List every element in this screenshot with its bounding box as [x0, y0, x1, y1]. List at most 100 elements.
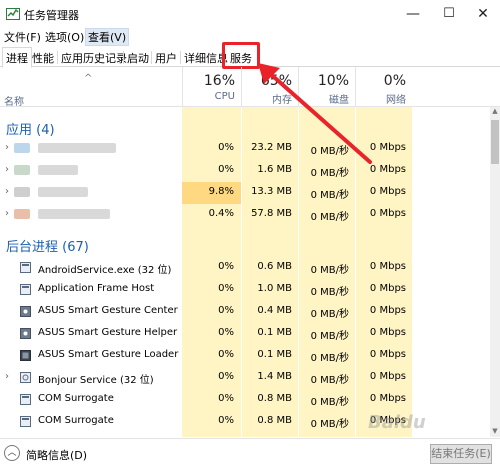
- tab-performance[interactable]: 性能: [29, 48, 57, 67]
- cpu-cell: 0%: [218, 283, 234, 294]
- disk-cell: 0 MB/秒: [310, 309, 349, 320]
- table-row[interactable]: › 9.8% 13.3 MB 0 MB/秒 0 Mbps: [0, 182, 490, 204]
- column-name-header[interactable]: 名称: [4, 93, 24, 108]
- table-row[interactable]: › Bonjour Service (32 位) 0% 1.4 MB 0 MB/…: [0, 367, 490, 389]
- cpu-cell: 0%: [218, 371, 234, 382]
- table-row[interactable]: › 0.4% 57.8 MB 0 MB/秒 0 Mbps: [0, 204, 490, 226]
- disk-cell: 0 MB/秒: [310, 265, 349, 276]
- app-name-blurred: [38, 143, 116, 153]
- expand-icon[interactable]: ›: [5, 371, 9, 382]
- process-icon: [20, 284, 31, 295]
- annotation-arrow: [258, 63, 372, 164]
- cpu-cell: 0%: [218, 327, 234, 338]
- scrollbar-thumb[interactable]: [491, 120, 499, 164]
- network-cell: 0 Mbps: [369, 393, 406, 404]
- process-name: AndroidService.exe (32 位): [38, 265, 172, 276]
- memory-cell: 1.4 MB: [257, 371, 292, 382]
- network-cell: 0 Mbps: [369, 186, 406, 197]
- watermark: Baidu: [368, 412, 426, 433]
- process-name: ASUS Smart Gesture Center: [38, 305, 178, 316]
- cpu-total: 16%: [203, 73, 235, 89]
- column-cpu-header[interactable]: 16% CPU: [182, 67, 241, 107]
- process-name: ASUS Smart Gesture Helper: [38, 327, 178, 338]
- minimize-button[interactable]: —: [398, 3, 428, 25]
- process-name: COM Surrogate: [38, 393, 114, 404]
- memory-cell: 0.1 MB: [257, 349, 292, 360]
- footer-bar: ︿ 简略信息(D) 结束任务(E): [0, 438, 500, 468]
- process-name: Bonjour Service (32 位): [38, 375, 154, 386]
- scroll-up-icon[interactable]: ▲: [490, 107, 500, 117]
- tab-startup[interactable]: 启动: [124, 48, 152, 67]
- window-title: 任务管理器: [24, 9, 79, 22]
- cpu-cell: 0%: [218, 142, 234, 153]
- memory-cell: 57.8 MB: [251, 208, 292, 219]
- cpu-label: CPU: [214, 91, 235, 102]
- disk-cell: 0 MB/秒: [310, 331, 349, 342]
- group-header-apps[interactable]: 应用 (4): [0, 116, 490, 138]
- title-bar: 任务管理器 — ☐ ✕: [0, 0, 500, 28]
- cpu-cell: 0%: [218, 415, 234, 426]
- fewer-details-link[interactable]: 简略信息(D): [26, 447, 87, 463]
- close-button[interactable]: ✕: [468, 3, 498, 25]
- memory-cell: 0.1 MB: [257, 327, 292, 338]
- maximize-button[interactable]: ☐: [434, 3, 464, 25]
- table-row[interactable]: › 0% 1.6 MB 0 MB/秒 0 Mbps: [0, 160, 490, 182]
- app-icon-blurred: [14, 187, 30, 197]
- disk-cell: 0 MB/秒: [310, 397, 349, 408]
- tab-users[interactable]: 用户: [152, 48, 180, 67]
- cpu-cell: 0%: [218, 349, 234, 360]
- disk-cell: 0 MB/秒: [310, 212, 349, 223]
- cpu-cell: 0%: [218, 164, 234, 175]
- process-name: COM Surrogate: [38, 415, 114, 426]
- app-icon-blurred: [14, 143, 30, 153]
- network-cell: 0 Mbps: [369, 371, 406, 382]
- group-background-label: 后台进程 (67): [6, 240, 89, 255]
- chevron-up-icon[interactable]: ︿: [4, 445, 20, 461]
- table-row[interactable]: › 0% 23.2 MB 0 MB/秒 0 Mbps: [0, 138, 490, 160]
- tab-app-history[interactable]: 应用历史记录: [58, 48, 130, 67]
- cpu-cell: 0.4%: [208, 208, 234, 219]
- table-row[interactable]: AndroidService.exe (32 位) 0% 0.6 MB 0 MB…: [0, 257, 490, 279]
- app-icon-blurred: [14, 209, 30, 219]
- menu-view[interactable]: 查看(V): [84, 28, 130, 46]
- memory-cell: 0.8 MB: [257, 415, 292, 426]
- end-task-button[interactable]: 结束任务(E): [430, 444, 492, 464]
- disk-cell: 0 MB/秒: [310, 353, 349, 364]
- tab-processes[interactable]: 进程: [2, 47, 32, 68]
- expand-icon[interactable]: ›: [5, 142, 9, 153]
- expand-icon[interactable]: ›: [5, 164, 9, 175]
- memory-cell: 0.4 MB: [257, 305, 292, 316]
- service-icon: [20, 372, 31, 383]
- process-name: ASUS Smart Gesture Loader: [38, 349, 179, 360]
- expand-icon[interactable]: ›: [5, 186, 9, 197]
- process-icon: [20, 262, 31, 273]
- memory-cell: 0.6 MB: [257, 261, 292, 272]
- network-cell: 0 Mbps: [369, 349, 406, 360]
- network-cell: 0 Mbps: [369, 305, 406, 316]
- network-cell: 0 Mbps: [369, 327, 406, 338]
- memory-cell: 0.8 MB: [257, 393, 292, 404]
- network-cell: 0 Mbps: [369, 283, 406, 294]
- network-cell: 0 Mbps: [369, 208, 406, 219]
- process-icon: [20, 394, 31, 405]
- disk-cell: 0 MB/秒: [310, 190, 349, 201]
- network-cell: 0 Mbps: [369, 261, 406, 272]
- menu-options[interactable]: 选项(O): [43, 29, 86, 45]
- table-row[interactable]: ASUS Smart Gesture Helper 0% 0.1 MB 0 MB…: [0, 323, 490, 345]
- menu-file[interactable]: 文件(F): [2, 29, 43, 45]
- table-row[interactable]: Application Frame Host 0% 1.0 MB 0 MB/秒 …: [0, 279, 490, 301]
- disk-cell: 0 MB/秒: [310, 419, 349, 430]
- table-row[interactable]: COM Surrogate 0% 0.8 MB 0 MB/秒 0 Mbps: [0, 389, 490, 411]
- app-name-blurred: [38, 209, 110, 219]
- gesture-icon: [20, 328, 31, 339]
- expand-icon[interactable]: ›: [5, 208, 9, 219]
- table-row[interactable]: ASUS Smart Gesture Loader 0% 0.1 MB 0 MB…: [0, 345, 490, 367]
- cpu-cell: 0%: [218, 393, 234, 404]
- cpu-cell: 9.8%: [208, 186, 234, 197]
- app-name-blurred: [38, 187, 88, 197]
- group-header-background[interactable]: 后台进程 (67): [0, 233, 490, 255]
- scroll-down-icon[interactable]: ▼: [490, 427, 500, 437]
- process-name: Application Frame Host: [38, 283, 155, 294]
- table-row[interactable]: ASUS Smart Gesture Center 0% 0.4 MB 0 MB…: [0, 301, 490, 323]
- disk-cell: 0 MB/秒: [310, 287, 349, 298]
